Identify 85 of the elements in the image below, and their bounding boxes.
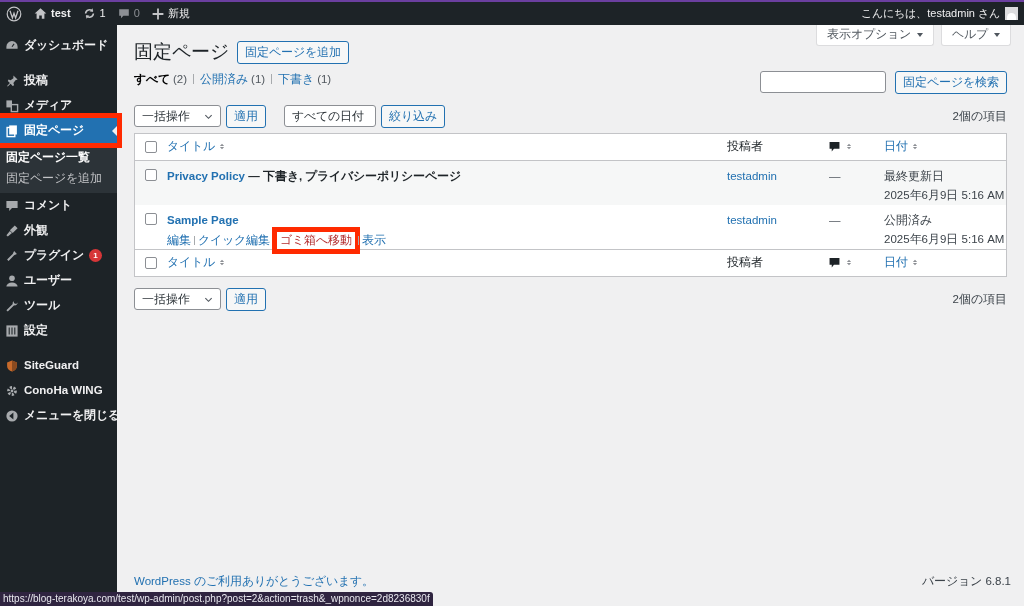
plug-icon: [5, 248, 19, 263]
shield-icon: [5, 358, 19, 373]
greeting-link[interactable]: こんにちは、testadmin さん: [861, 5, 1000, 22]
page-title-link[interactable]: Privacy Policy: [167, 167, 245, 185]
home-icon: [34, 7, 47, 20]
filter-link[interactable]: 下書き (1): [278, 70, 332, 88]
comment-icon: [829, 141, 840, 153]
brush-icon: [5, 223, 19, 238]
page-title: 固定ページ: [134, 40, 229, 64]
column-header-link[interactable]: 日付: [884, 254, 918, 272]
current-arrow-icon: [112, 126, 117, 136]
footer-thanks-text: WordPress のご利用ありがとうございます。: [134, 573, 374, 589]
item-count: 2個の項目: [952, 291, 1007, 307]
comment-icon: [5, 198, 19, 213]
sidebar-item[interactable]: ユーザー: [0, 268, 117, 293]
notification-badge: 1: [89, 249, 102, 262]
comment-icon: [829, 257, 840, 269]
updates-count[interactable]: 1: [99, 5, 106, 22]
filter-link[interactable]: すべて (2): [134, 70, 188, 88]
sidebar-item[interactable]: SiteGuard: [0, 353, 117, 378]
user-icon: [5, 273, 19, 288]
checkbox[interactable]: [145, 212, 157, 225]
refresh-icon: [82, 7, 96, 20]
column-header-link[interactable]: タイトル: [167, 254, 727, 272]
column-header-link[interactable]: タイトル: [167, 138, 727, 156]
search-field[interactable]: [760, 71, 886, 94]
apply-button[interactable]: 適用: [226, 104, 266, 128]
sidebar-item[interactable]: ダッシュボード: [0, 33, 117, 58]
date-text: 2025年6月9日 5:16 AM: [884, 232, 1005, 247]
screen-options-tab[interactable]: ヘルプ: [941, 25, 1011, 46]
sidebar-item[interactable]: プラグイン 1: [0, 243, 117, 268]
author-link[interactable]: testadmin: [727, 167, 829, 185]
new-link[interactable]: 新規: [167, 5, 190, 22]
checkbox[interactable]: [145, 140, 157, 153]
pages-icon: [5, 123, 19, 138]
select-dropdown[interactable]: すべての日付: [284, 105, 376, 128]
row-action-link[interactable]: 編集: [167, 232, 191, 250]
checkbox[interactable]: [145, 256, 157, 269]
comment-icon: [117, 7, 130, 20]
site-name-link[interactable]: test: [51, 5, 71, 22]
sidebar-item[interactable]: メディア: [0, 93, 117, 118]
select-dropdown[interactable]: 一括操作: [134, 288, 221, 311]
settings-icon: [5, 323, 19, 338]
dropdown-caret-icon: [994, 33, 1000, 37]
item-count: 2個の項目: [952, 108, 1007, 124]
sidebar-item[interactable]: 外観: [0, 218, 117, 243]
post-state-label: — 下書き, プライバシーポリシーページ: [247, 168, 462, 185]
row-action-link[interactable]: 表示: [362, 232, 386, 250]
author-link[interactable]: testadmin: [727, 211, 829, 229]
pin-icon: [5, 73, 19, 88]
column-header: 投稿者: [727, 255, 764, 271]
column-header-link[interactable]: 日付: [884, 138, 918, 156]
filter-button[interactable]: 絞り込み: [381, 104, 445, 128]
wordpress-logo-icon: [6, 5, 22, 22]
collapse-icon: [5, 408, 19, 423]
wrench-icon: [5, 298, 19, 313]
date-status: 最終更新日: [884, 168, 945, 184]
comment-count: —: [829, 212, 842, 228]
sidebar-item[interactable]: 設定: [0, 318, 117, 343]
filter-link[interactable]: 公開済み (1): [200, 70, 266, 88]
submenu-item[interactable]: 固定ページ一覧: [0, 148, 117, 167]
column-header: 投稿者: [727, 139, 764, 155]
date-status: 公開済み: [884, 212, 933, 228]
plus-icon: [151, 7, 164, 20]
media-icon: [5, 98, 19, 113]
sidebar-item[interactable]: ConoHa WING: [0, 378, 117, 403]
date-text: 2025年6月9日 5:16 AM: [884, 188, 1005, 203]
status-url: https://blog-terakoya.com/test/wp-admin/post.php?post=2&action=trash&_wpnonce=2d8236830f: [0, 592, 433, 606]
avatar-icon: [1005, 7, 1018, 20]
page-title-link[interactable]: Sample Page: [167, 211, 239, 229]
sidebar-item[interactable]: コメント: [0, 193, 117, 218]
row-action-link[interactable]: クイック編集: [198, 232, 270, 250]
select-dropdown[interactable]: 一括操作: [134, 105, 221, 128]
search-button[interactable]: 固定ページを検索: [895, 70, 1007, 94]
version-text: バージョン 6.8.1: [922, 573, 1011, 589]
comment-count: —: [829, 168, 842, 184]
submenu-item[interactable]: 固定ページを追加: [0, 169, 117, 188]
screen-options-tab[interactable]: 表示オプション: [816, 25, 934, 46]
checkbox[interactable]: [145, 168, 157, 181]
dropdown-caret-icon: [917, 33, 923, 37]
sidebar-item[interactable]: 投稿: [0, 68, 117, 93]
add-page-button[interactable]: 固定ページを追加: [237, 40, 349, 64]
apply-button[interactable]: 適用: [226, 287, 266, 311]
sidebar-item[interactable]: ツール: [0, 293, 117, 318]
comments-count[interactable]: 0: [133, 5, 140, 22]
